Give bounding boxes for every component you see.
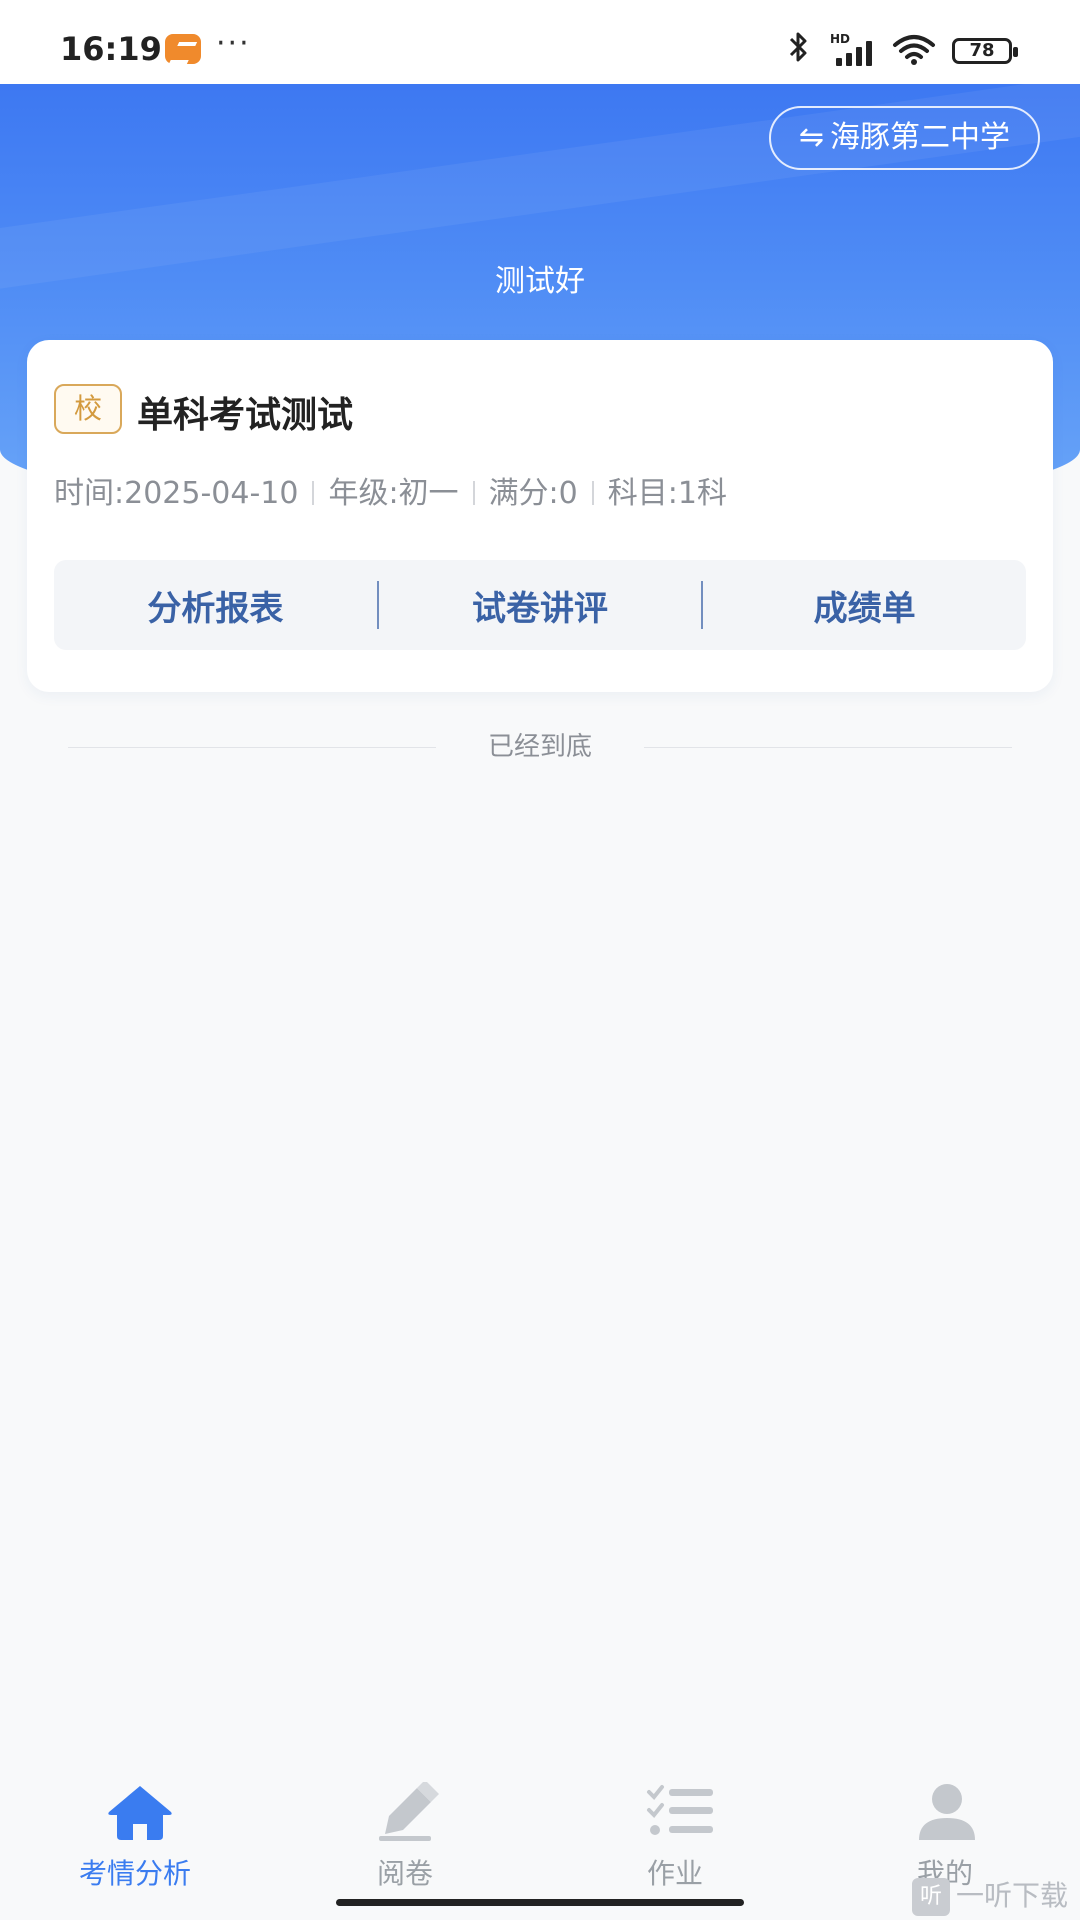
checklist-icon	[645, 1782, 713, 1842]
list-end-indicator: 已经到底	[68, 730, 1012, 764]
action-divider	[701, 581, 704, 629]
analysis-report-button[interactable]: 分析报表	[54, 581, 377, 630]
bottom-navigation: 考情分析 阅卷 作业 我的	[0, 1760, 1080, 1890]
school-name: 海豚第二中学	[830, 120, 1010, 155]
watermark-logo-icon: 听	[911, 1878, 950, 1916]
exam-title: 单科考试测试	[137, 395, 354, 436]
nav-item-homework[interactable]: 作业	[540, 1760, 810, 1890]
list-end-text: 已经到底	[487, 732, 592, 762]
app-screen: 16:19 ··· HD 78 ⇋ 海豚第二中学 测试好 校 单科考试测试 时间…	[0, 0, 1080, 1920]
exam-date: 时间:2025-04-10	[54, 476, 299, 511]
meta-divider	[312, 481, 315, 505]
home-indicator-bar[interactable]	[336, 1899, 744, 1906]
switch-arrows-icon: ⇋	[798, 120, 824, 155]
exam-action-bar: 分析报表 试卷讲评 成绩单	[54, 560, 1026, 650]
more-notifications-icon: ···	[216, 26, 251, 61]
meta-divider	[591, 481, 594, 505]
exam-grade: 年级:初一	[328, 476, 459, 511]
home-icon	[105, 1782, 172, 1842]
pen-icon	[375, 1780, 439, 1842]
watermark-text: 一听下载	[955, 1879, 1068, 1912]
status-bar: 16:19 ··· HD 78	[0, 0, 1080, 84]
exam-full-score: 满分:0	[488, 476, 578, 511]
notification-app-icon	[165, 34, 201, 64]
school-switch-button[interactable]: ⇋ 海豚第二中学	[768, 106, 1040, 170]
action-divider	[376, 581, 379, 629]
exam-card[interactable]: 校 单科考试测试 时间:2025-04-10 年级:初一 满分:0 科目:1科 分析报…	[27, 340, 1053, 692]
user-icon	[915, 1782, 975, 1842]
nav-label: 作业	[646, 1857, 703, 1890]
nav-item-mine[interactable]: 我的	[810, 1760, 1080, 1890]
nav-item-marking[interactable]: 阅卷	[270, 1760, 540, 1890]
school-level-badge: 校	[54, 384, 122, 434]
hd-voice-tag: HD	[830, 32, 851, 46]
exam-subjects: 科目:1科	[607, 476, 727, 511]
watermark: 听一听下载	[911, 1874, 1068, 1916]
cellular-signal-icon: HD	[830, 32, 880, 66]
bluetooth-icon	[785, 30, 813, 72]
exam-meta: 时间:2025-04-10 年级:初一 满分:0 科目:1科	[54, 468, 727, 512]
nav-label: 阅卷	[376, 1857, 433, 1890]
score-sheet-button[interactable]: 成绩单	[703, 581, 1026, 630]
nav-label: 考情分析	[78, 1857, 191, 1890]
paper-review-button[interactable]: 试卷讲评	[379, 581, 702, 630]
meta-divider	[472, 481, 475, 505]
battery-icon: 78	[952, 38, 1018, 64]
nav-item-exam-analysis[interactable]: 考情分析	[0, 1760, 270, 1890]
page-title: 测试好	[495, 264, 585, 299]
status-time: 16:19	[60, 30, 162, 68]
wifi-icon	[892, 34, 936, 66]
